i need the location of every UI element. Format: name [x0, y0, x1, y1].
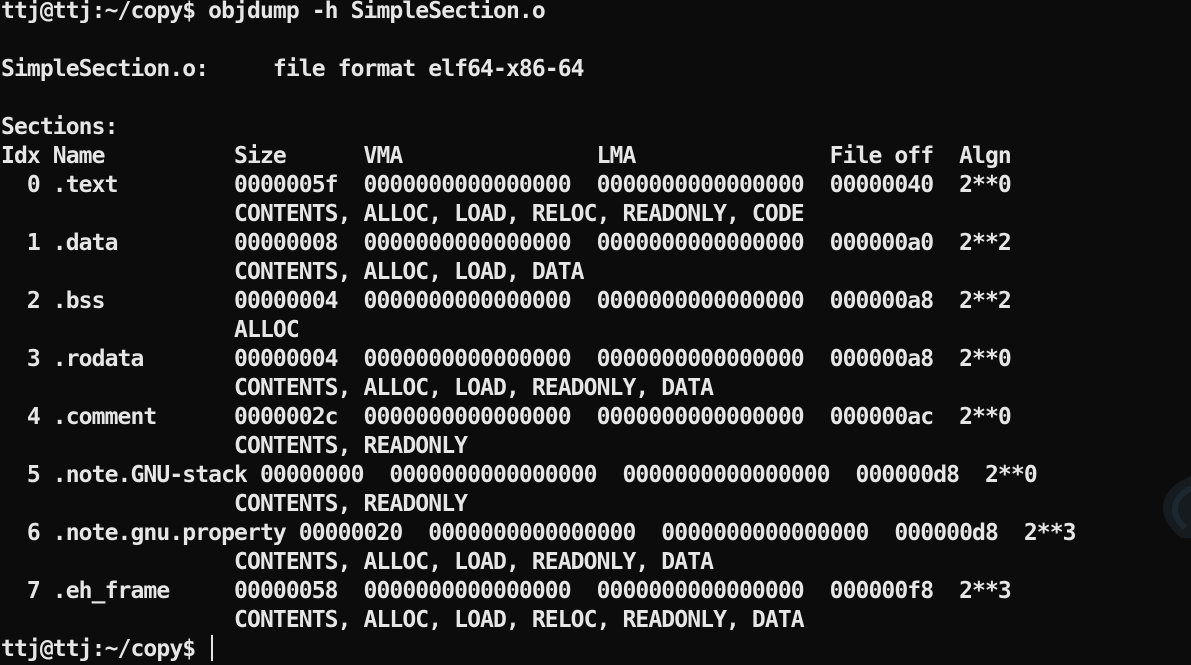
section-row: 6 .note.gnu.property 00000020 0000000000… [1, 520, 1077, 546]
background-logo-fragment [1162, 476, 1191, 538]
section-row: 0 .text 0000005f 0000000000000000 000000… [1, 172, 1012, 198]
section-flags: ALLOC [1, 317, 300, 343]
text-cursor [211, 635, 214, 661]
section-row: 4 .comment 0000002c 0000000000000000 000… [1, 404, 1012, 430]
section-flags: CONTENTS, READONLY [1, 433, 468, 459]
prompt-line[interactable]: ttj@ttj:~/copy$ [1, 635, 214, 664]
section-row: 5 .note.GNU-stack 00000000 0000000000000… [1, 462, 1038, 488]
section-flags: CONTENTS, ALLOC, LOAD, DATA [1, 259, 584, 285]
command-line: ttj@ttj:~/copy$ objdump -h SimpleSection… [1, 0, 546, 24]
section-row: 3 .rodata 00000004 0000000000000000 0000… [1, 346, 1012, 372]
section-row: 1 .data 00000008 0000000000000000 000000… [1, 230, 1012, 256]
section-row: 7 .eh_frame 00000058 0000000000000000 00… [1, 578, 1012, 604]
section-flags: CONTENTS, ALLOC, LOAD, READONLY, DATA [1, 549, 714, 575]
section-flags: CONTENTS, READONLY [1, 491, 468, 517]
terminal-window[interactable]: ttj@ttj:~/copy$ objdump -h SimpleSection… [0, 0, 1191, 665]
file-format-line: SimpleSection.o: file format elf64-x86-6… [1, 56, 585, 82]
section-flags: CONTENTS, ALLOC, LOAD, RELOC, READONLY, … [1, 607, 805, 633]
shell-prompt: ttj@ttj:~/copy$ [1, 636, 209, 662]
section-flags: CONTENTS, ALLOC, LOAD, READONLY, DATA [1, 375, 714, 401]
section-table-header: Idx Name Size VMA LMA File off Algn [1, 143, 1012, 169]
section-flags: CONTENTS, ALLOC, LOAD, RELOC, READONLY, … [1, 201, 805, 227]
section-row: 2 .bss 00000004 0000000000000000 0000000… [1, 288, 1012, 314]
sections-label: Sections: [1, 114, 118, 140]
